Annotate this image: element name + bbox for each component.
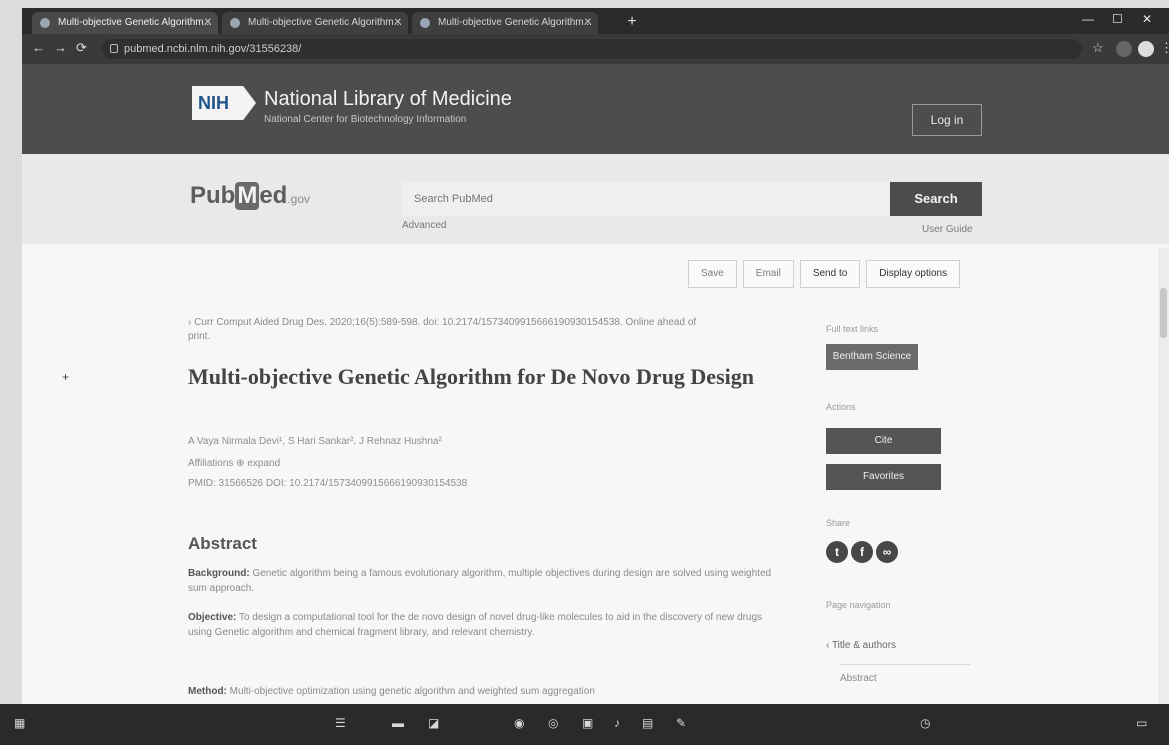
abstract-objective: Objective: To design a computational too…	[188, 610, 778, 640]
pubmed-logo-m: M	[235, 182, 260, 210]
lock-icon	[110, 44, 118, 53]
favorites-button[interactable]: Favorites	[826, 464, 941, 490]
search-button[interactable]: Search	[890, 182, 982, 216]
actions-label: Actions	[826, 402, 856, 412]
article-actions: Save Email Send to Display options	[688, 260, 966, 288]
page-navigation-label: Page navigation	[826, 600, 891, 610]
abstract-label: Background:	[188, 568, 250, 579]
author-list[interactable]: A Vaya Nirmala Devi¹, S Hari Sankar², J …	[188, 436, 442, 447]
close-tab-icon[interactable]: ✕	[394, 12, 402, 34]
browser-toolbar: ← → ⟳ pubmed.ncbi.nlm.nih.gov/31556238/ …	[22, 34, 1169, 64]
nih-header: NIH National Library of Medicine Nationa…	[22, 64, 1169, 154]
profile-icon[interactable]	[1138, 41, 1154, 57]
pubmed-logo-pub: Pub	[190, 182, 236, 209]
abstract-method: Method: Multi-objective optimization usi…	[188, 684, 778, 699]
login-button[interactable]: Log in	[912, 104, 982, 136]
advanced-search-link[interactable]: Advanced	[402, 220, 446, 231]
file-explorer-icon[interactable]: ▬	[392, 716, 404, 730]
article-identifiers: PMID: 31566526 DOI: 10.2174/157340991566…	[188, 478, 468, 489]
maximize-icon[interactable]: ☐	[1112, 12, 1123, 26]
app-icon[interactable]: ◉	[514, 716, 524, 730]
cite-button[interactable]: Cite	[826, 428, 941, 454]
pubmed-search-band: PubMed.gov Search Advanced User Guide	[22, 154, 1169, 244]
close-tab-icon[interactable]: ✕	[584, 12, 592, 34]
star-icon[interactable]: ☆	[1092, 40, 1104, 56]
scrollbar-thumb[interactable]	[1160, 288, 1167, 338]
abstract-text: Multi-objective optimization using genet…	[229, 686, 595, 697]
tab-favicon-icon	[420, 18, 430, 28]
abstract-background: Background: Genetic algorithm being a fa…	[188, 566, 778, 596]
page-scrollbar[interactable]	[1158, 248, 1169, 704]
toc-title-label: Title & authors	[831, 640, 897, 651]
browser-tab-label: Multi-objective Genetic Algorithm...	[58, 17, 212, 28]
facebook-icon[interactable]: f	[851, 541, 873, 563]
full-text-link-button[interactable]: Bentham Science	[826, 344, 918, 370]
nih-logo[interactable]: NIH	[192, 86, 256, 120]
pubmed-logo-ed: ed	[259, 182, 288, 209]
reload-icon[interactable]: ⟳	[76, 40, 87, 56]
abstract-text: Genetic algorithm being a famous evoluti…	[188, 568, 772, 594]
toc-abstract[interactable]: Abstract	[840, 664, 970, 684]
journal-citation[interactable]: › Curr Comput Aided Drug Des. 2020;16(5)…	[188, 316, 718, 344]
browser-tab-3[interactable]: Multi-objective Genetic Algorithm... ✕	[412, 12, 598, 34]
forward-icon[interactable]: →	[54, 40, 67, 55]
abstract-heading: Abstract	[188, 534, 257, 553]
address-bar-url: pubmed.ncbi.nlm.nih.gov/31556238/	[124, 43, 302, 55]
link-icon[interactable]: ∞	[876, 541, 898, 563]
article-page: Save Email Send to Display options › Cur…	[22, 244, 1169, 704]
ncbi-subtitle: National Center for Biotechnology Inform…	[264, 114, 467, 125]
pubmed-logo-gov: .gov	[287, 192, 311, 206]
tab-favicon-icon	[40, 18, 50, 28]
app-icon[interactable]: ♪	[614, 716, 620, 730]
twitter-icon[interactable]: t	[826, 541, 848, 563]
browser-tab-label: Multi-objective Genetic Algorithm...	[248, 17, 402, 28]
browser-tab-2[interactable]: Multi-objective Genetic Algorithm... ✕	[222, 12, 408, 34]
email-button[interactable]: Email	[742, 260, 794, 288]
abstract-label: Method:	[188, 686, 227, 697]
tab-favicon-icon	[230, 18, 240, 28]
close-tab-icon[interactable]: ✕	[204, 12, 212, 34]
extension-icon[interactable]	[1116, 41, 1132, 57]
menu-icon[interactable]: ⋮	[1160, 40, 1169, 56]
browser-tab-1[interactable]: Multi-objective Genetic Algorithm... ✕	[32, 12, 218, 34]
nlm-title[interactable]: National Library of Medicine	[264, 88, 512, 111]
address-bar[interactable]: pubmed.ncbi.nlm.nih.gov/31556238/	[102, 39, 1082, 59]
browser-tab-label: Multi-objective Genetic Algorithm...	[438, 17, 592, 28]
save-button[interactable]: Save	[688, 260, 737, 288]
share-label: Share	[826, 518, 851, 528]
send-to-button[interactable]: Send to	[799, 260, 861, 288]
notification-icon[interactable]: ▭	[1136, 716, 1147, 730]
abstract-label: Objective:	[188, 612, 237, 623]
display-options-button[interactable]: Display options	[866, 260, 961, 288]
affiliations-toggle[interactable]: Affiliations ⊕ expand	[188, 458, 280, 469]
minimize-icon[interactable]: —	[1082, 12, 1094, 26]
new-tab-button[interactable]: +	[622, 12, 642, 32]
full-text-links-label: Full text links	[826, 324, 879, 334]
tray-icon[interactable]: ◷	[920, 716, 930, 730]
close-window-icon[interactable]: ✕	[1142, 12, 1152, 26]
chrome-icon[interactable]: ◎	[548, 716, 558, 730]
toc-title-authors[interactable]: ‹ Title & authors	[826, 640, 896, 651]
browser-tab-strip: Multi-objective Genetic Algorithm... ✕ M…	[22, 8, 1169, 34]
start-icon[interactable]: ▦	[14, 716, 25, 730]
app-icon[interactable]: ▤	[642, 716, 653, 730]
search-input[interactable]	[402, 182, 890, 216]
app-icon[interactable]: ✎	[676, 716, 686, 730]
mouse-cursor-icon: +	[62, 370, 70, 384]
user-guide-link[interactable]: User Guide	[922, 224, 973, 235]
os-taskbar: ▦ ☰ ▬ ◪ ◉ ◎ ▣ ♪ ▤ ✎ ◷ ▭	[0, 704, 1169, 745]
task-view-icon[interactable]: ☰	[335, 716, 346, 730]
pubmed-logo[interactable]: PubMed.gov	[190, 182, 310, 210]
app-icon[interactable]: ▣	[582, 716, 593, 730]
abstract-text: To design a computational tool for the d…	[188, 612, 763, 638]
article-title: Multi-objective Genetic Algorithm for De…	[188, 364, 754, 389]
screen: Multi-objective Genetic Algorithm... ✕ M…	[0, 0, 1169, 745]
share-buttons: t f ∞	[826, 541, 901, 563]
app-icon[interactable]: ◪	[428, 716, 439, 730]
back-icon[interactable]: ←	[32, 40, 45, 55]
